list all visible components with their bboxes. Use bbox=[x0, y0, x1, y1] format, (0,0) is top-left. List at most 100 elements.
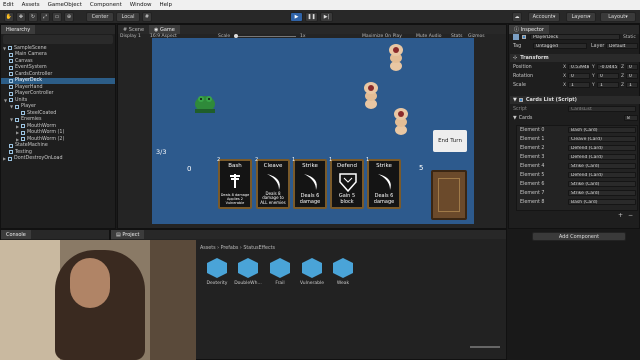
element-field[interactable]: Defend (Card) bbox=[568, 172, 636, 178]
card-title: Bash bbox=[228, 163, 242, 169]
layers-dropdown[interactable]: Layers ▾ bbox=[566, 12, 596, 22]
hand-card[interactable]: 2 Cleave Deals 8 damage to ALL enemies bbox=[255, 157, 290, 209]
rotate-tool-icon[interactable]: ↻ bbox=[28, 12, 38, 22]
breadcrumb-item[interactable]: Prefabs bbox=[221, 246, 239, 251]
position-z-field[interactable]: 0 bbox=[626, 64, 638, 70]
tab-hierarchy[interactable]: Hierarchy bbox=[1, 25, 36, 34]
menu-window[interactable]: Window bbox=[130, 2, 152, 8]
element-field[interactable]: Defend (Card) bbox=[568, 145, 636, 151]
hammer-icon bbox=[230, 174, 240, 188]
scale-y-value: 1 bbox=[600, 82, 603, 88]
cards-size-field[interactable]: 8 bbox=[624, 115, 638, 121]
tab-scene[interactable]: # Scene bbox=[118, 25, 149, 34]
expand-arrow-icon[interactable]: ▼ bbox=[513, 116, 517, 121]
space-toggle[interactable]: Local bbox=[116, 12, 140, 22]
element-field[interactable]: Strike (Card) bbox=[568, 181, 636, 187]
transform-header[interactable]: ⊹ Transform bbox=[510, 54, 640, 62]
component-enabled-checkbox[interactable] bbox=[518, 98, 523, 102]
grid-snap-icon[interactable]: # bbox=[142, 12, 152, 22]
asset-item[interactable]: Frail bbox=[266, 258, 294, 286]
hand-card[interactable]: 1 Strike Deals 6 damage bbox=[292, 157, 327, 209]
collapse-arrow-icon[interactable]: ▼ bbox=[513, 97, 517, 103]
position-x-field[interactable]: 0.53948 bbox=[568, 64, 590, 70]
position-y-value: -0.0445 bbox=[600, 64, 618, 70]
hand-card[interactable]: 1 Strike Deals 6 damage bbox=[366, 157, 401, 209]
transform-tool-icon[interactable]: ⊕ bbox=[64, 12, 74, 22]
add-element-button[interactable]: + bbox=[618, 212, 623, 219]
tab-project[interactable]: ▤ Project bbox=[111, 230, 145, 239]
position-z-value: 0 bbox=[629, 64, 632, 70]
layout-dropdown[interactable]: Layout ▾ bbox=[600, 12, 636, 22]
element-field[interactable]: Defend (Card) bbox=[568, 154, 636, 160]
asset-item[interactable]: Dexterity bbox=[203, 258, 231, 286]
breadcrumb-item[interactable]: StatusEffects bbox=[243, 246, 275, 251]
element-field[interactable]: Bash (Card) bbox=[568, 199, 636, 205]
element-field[interactable]: Strike (Card) bbox=[568, 190, 636, 196]
tab-console[interactable]: Console bbox=[1, 230, 31, 239]
hand-card[interactable]: 1 Defend Gain 5 block bbox=[329, 157, 364, 209]
active-checkbox[interactable] bbox=[522, 35, 526, 39]
gameobject-icon bbox=[9, 98, 13, 103]
discard-pile-deck[interactable] bbox=[431, 170, 467, 220]
position-label: Position bbox=[513, 65, 532, 71]
tree-item-dontdestroyonload[interactable]: ▶ DontDestroyOnLoad bbox=[1, 156, 63, 163]
scale-z-field[interactable]: 1 bbox=[626, 82, 638, 88]
add-component-button[interactable]: Add Component bbox=[532, 232, 626, 241]
hand-tool-icon[interactable]: ✋ bbox=[4, 12, 14, 22]
tag-dropdown[interactable]: Untagged bbox=[533, 43, 587, 49]
add-component-label: Add Component bbox=[558, 233, 600, 240]
element-value: Cleave (Card) bbox=[571, 136, 602, 142]
object-name-field[interactable]: PlayerDeck bbox=[530, 34, 620, 40]
display-dropdown[interactable]: Display 1 bbox=[120, 34, 141, 39]
remove-element-button[interactable]: − bbox=[628, 212, 633, 219]
cards-row[interactable]: ▼ Cards bbox=[513, 115, 640, 123]
component-header[interactable]: ▼ Cards List (Script) bbox=[510, 96, 640, 104]
gameobject-icon bbox=[9, 52, 13, 57]
rotation-z-field[interactable]: 0 bbox=[626, 73, 638, 79]
layer-value: Default bbox=[609, 43, 626, 49]
scale-tool-icon[interactable]: ⤢ bbox=[40, 12, 50, 22]
layer-dropdown[interactable]: Default bbox=[606, 43, 638, 49]
scale-slider[interactable] bbox=[234, 34, 296, 38]
element-value: Bash (Card) bbox=[571, 199, 598, 205]
rotation-y-field[interactable]: 0 bbox=[597, 73, 619, 79]
menu-gameobject[interactable]: GameObject bbox=[48, 2, 82, 8]
breadcrumb: Assets › Prefabs › StatusEffects bbox=[200, 246, 275, 251]
collab-icon[interactable]: ☁ bbox=[512, 12, 522, 22]
asset-item[interactable]: DoubleWh... bbox=[234, 258, 262, 286]
move-tool-icon[interactable]: ✥ bbox=[16, 12, 26, 22]
tag-label: Tag bbox=[513, 44, 522, 49]
card-title: Defend bbox=[337, 163, 357, 169]
position-y-field[interactable]: -0.0445 bbox=[597, 64, 619, 70]
play-button[interactable]: ▶ bbox=[290, 12, 303, 22]
menu-assets[interactable]: Assets bbox=[22, 2, 40, 8]
tab-game[interactable]: ◉ Game bbox=[149, 25, 180, 34]
hand-card[interactable]: 2 Bash Deals 8 damage Applies 2 Vulnerab… bbox=[217, 157, 252, 209]
transform-icon: ⊹ bbox=[513, 55, 518, 61]
rotation-x-field[interactable]: 0 bbox=[568, 73, 590, 79]
card-title: Cleave bbox=[263, 163, 283, 169]
card-description: Gain 5 block bbox=[338, 193, 356, 205]
element-field[interactable]: Strike (Card) bbox=[568, 163, 636, 169]
asset-item[interactable]: Vulnerable bbox=[298, 258, 326, 286]
menu-component[interactable]: Component bbox=[90, 2, 122, 8]
pause-button[interactable]: ❚❚ bbox=[305, 12, 318, 22]
step-button[interactable]: ▶| bbox=[320, 12, 333, 22]
rect-tool-icon[interactable]: ▭ bbox=[52, 12, 62, 22]
scale-x-field[interactable]: 1 bbox=[568, 82, 590, 88]
pivot-toggle[interactable]: Center bbox=[86, 12, 114, 22]
asset-item[interactable]: Weak bbox=[329, 258, 357, 286]
rotation-label: Rotation bbox=[513, 74, 534, 80]
scale-y-field[interactable]: 1 bbox=[597, 82, 619, 88]
end-turn-button[interactable]: End Turn bbox=[433, 130, 467, 152]
icon-size-slider[interactable] bbox=[470, 346, 500, 348]
tab-inspector[interactable]: ⓘ Inspector bbox=[509, 25, 549, 34]
static-toggle[interactable]: Static bbox=[623, 35, 636, 40]
hierarchy-search[interactable] bbox=[3, 35, 113, 44]
element-field[interactable]: Cleave (Card) bbox=[568, 136, 636, 142]
account-dropdown[interactable]: Account ▾ bbox=[528, 12, 560, 22]
menu-help[interactable]: Help bbox=[159, 2, 172, 8]
element-field[interactable]: Bash (Card) bbox=[568, 127, 636, 133]
breadcrumb-item[interactable]: Assets bbox=[200, 246, 216, 251]
menu-edit[interactable]: Edit bbox=[3, 2, 14, 8]
